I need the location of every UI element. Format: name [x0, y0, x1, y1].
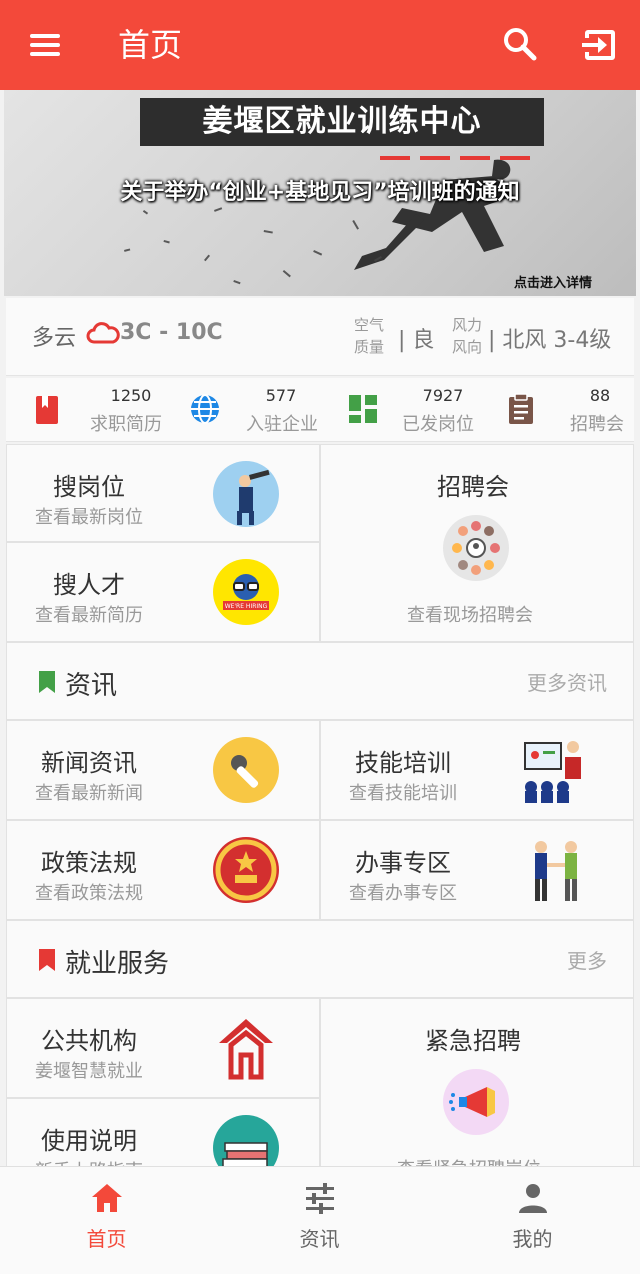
banner-detail-link[interactable]: 点击进入详情: [514, 272, 592, 291]
institution-logo-icon: [213, 1015, 279, 1081]
job-fair-card[interactable]: 招聘会 查看现场招聘会: [320, 444, 634, 642]
policy-card[interactable]: 政策法规 查看政策法规: [6, 820, 320, 920]
search-jobs-card[interactable]: 搜岗位 查看最新岗位: [6, 444, 320, 542]
nav-profile[interactable]: 我的: [426, 1167, 639, 1274]
weather-temperature: 3C - 10C: [120, 320, 223, 345]
person-icon: [519, 1184, 547, 1213]
urgent-hiring-card[interactable]: 紧急招聘 查看紧急招聘岗位: [320, 998, 634, 1168]
air-quality-label: 空气 质量: [354, 314, 384, 358]
card-title: 搜岗位: [53, 473, 125, 501]
air-label-line1: 空气: [354, 316, 385, 334]
wind-label: 风力 风向: [452, 314, 482, 358]
manual-card[interactable]: 使用说明 新手上路指南: [6, 1098, 320, 1168]
national-emblem-icon: [213, 837, 279, 903]
telescope-businessman-icon: [213, 461, 279, 527]
megaphone-icon: [443, 1069, 509, 1135]
stat-value: 7927: [422, 386, 464, 405]
banner-accent-line: [500, 156, 530, 160]
card-title: 紧急招聘: [425, 1027, 521, 1055]
bottom-navigation: 首页 资讯 我的: [0, 1166, 640, 1274]
banner-accent-line: [460, 156, 490, 160]
stat-value: 88: [589, 386, 611, 405]
stats-bar: 1250 求职简历 577 入驻企业 7927 已发岗位 88 招聘会: [6, 378, 634, 442]
news-card[interactable]: 新闻资讯 查看最新新闻: [6, 720, 320, 820]
microphone-icon: [213, 737, 279, 803]
search-talent-card[interactable]: 搜人才 查看最新简历 WE'RE HIRING: [6, 542, 320, 642]
books-icon: [213, 1115, 279, 1167]
card-title: 办事专区: [355, 849, 451, 877]
globe-icon: [191, 394, 219, 424]
card-title: 公共机构: [41, 1027, 137, 1055]
weather-bar: 多云 3C - 10C 空气 质量 | 良 风力 风向 | 北风 3-4级: [6, 298, 634, 376]
app-bar: 首页: [0, 0, 640, 90]
wind-value: | 北风 3-4级: [488, 328, 612, 353]
bookmark-icon: [39, 671, 55, 693]
card-title: 搜人才: [53, 571, 125, 599]
nav-label: 首页: [86, 1227, 127, 1251]
search-icon[interactable]: [500, 24, 540, 64]
nav-label: 我的: [512, 1227, 553, 1251]
nav-label: 资讯: [299, 1227, 340, 1251]
page-title: 首页: [118, 26, 183, 64]
stat-posted-jobs[interactable]: 7927 已发岗位: [332, 378, 482, 442]
news-section-header: 资讯 更多资讯: [6, 642, 634, 720]
cloud-icon: [86, 322, 120, 344]
clipboard-icon: [509, 393, 533, 424]
card-subtitle: 查看现场招聘会: [407, 605, 533, 626]
bookmark-icon: [39, 949, 55, 971]
stat-resumes[interactable]: 1250 求职简历: [16, 378, 166, 442]
card-subtitle: 查看技能培训: [349, 783, 457, 804]
promo-banner[interactable]: 姜堰区就业训练中心 关于举办“创业+基地见习”培训班的通知 点击进入详情: [4, 90, 636, 296]
card-title: 政策法规: [41, 849, 137, 877]
affairs-card[interactable]: 办事专区 查看办事专区: [320, 820, 634, 920]
card-subtitle: 姜堰智慧就业: [35, 1061, 143, 1082]
card-subtitle: 查看办事专区: [349, 883, 457, 904]
card-title: 使用说明: [41, 1127, 137, 1155]
home-icon: [92, 1184, 122, 1212]
banner-headline: 姜堰区就业训练中心: [140, 98, 544, 146]
card-subtitle: 查看最新岗位: [35, 507, 143, 528]
menu-icon[interactable]: [24, 28, 68, 62]
stat-label: 入驻企业: [246, 414, 318, 435]
banner-subtitle: 关于举办“创业+基地见习”培训班的通知: [120, 180, 520, 205]
nav-news[interactable]: 资讯: [213, 1167, 426, 1274]
wind-label-line1: 风力: [452, 316, 483, 334]
logout-icon[interactable]: [578, 24, 620, 66]
training-card[interactable]: 技能培训 查看技能培训: [320, 720, 634, 820]
card-subtitle: 查看最新新闻: [35, 783, 143, 804]
we-are-hiring-icon: WE'RE HIRING: [213, 559, 279, 625]
more-services-link[interactable]: 更多: [567, 945, 607, 974]
card-title: 技能培训: [355, 749, 451, 777]
people-network-icon: [443, 515, 509, 581]
stat-companies[interactable]: 577 入驻企业: [174, 378, 324, 442]
card-subtitle: 查看政策法规: [35, 883, 143, 904]
stat-label: 招聘会: [570, 414, 624, 435]
banner-accent-line: [380, 156, 410, 160]
section-title: 资讯: [65, 671, 118, 701]
dashboard-grid-icon: [349, 395, 377, 423]
service-section-header: 就业服务 更多: [6, 920, 634, 998]
public-institution-card[interactable]: 公共机构 姜堰智慧就业: [6, 998, 320, 1098]
stat-label: 求职简历: [90, 414, 162, 435]
handshake-icon: [521, 835, 591, 905]
stat-label: 已发岗位: [402, 414, 474, 435]
weather-condition: 多云: [32, 326, 77, 351]
stat-job-fairs[interactable]: 88 招聘会: [490, 378, 634, 442]
wind-label-line2: 风向: [452, 338, 483, 356]
resume-book-icon: [36, 396, 58, 424]
card-title: 新闻资讯: [41, 749, 137, 777]
nav-home[interactable]: 首页: [0, 1167, 213, 1274]
air-label-line2: 质量: [354, 338, 385, 356]
svg-text:WE'RE HIRING: WE'RE HIRING: [225, 603, 268, 610]
more-news-link[interactable]: 更多资讯: [527, 667, 607, 696]
banner-accent-line: [420, 156, 450, 160]
card-subtitle: 查看最新简历: [35, 605, 143, 626]
card-title: 招聘会: [437, 473, 509, 501]
sliders-icon: [306, 1183, 334, 1214]
stat-value: 1250: [110, 386, 152, 405]
stat-value: 577: [265, 386, 297, 405]
air-quality-value: | 良: [398, 328, 435, 353]
section-title: 就业服务: [65, 949, 170, 979]
presentation-icon: [521, 735, 591, 805]
